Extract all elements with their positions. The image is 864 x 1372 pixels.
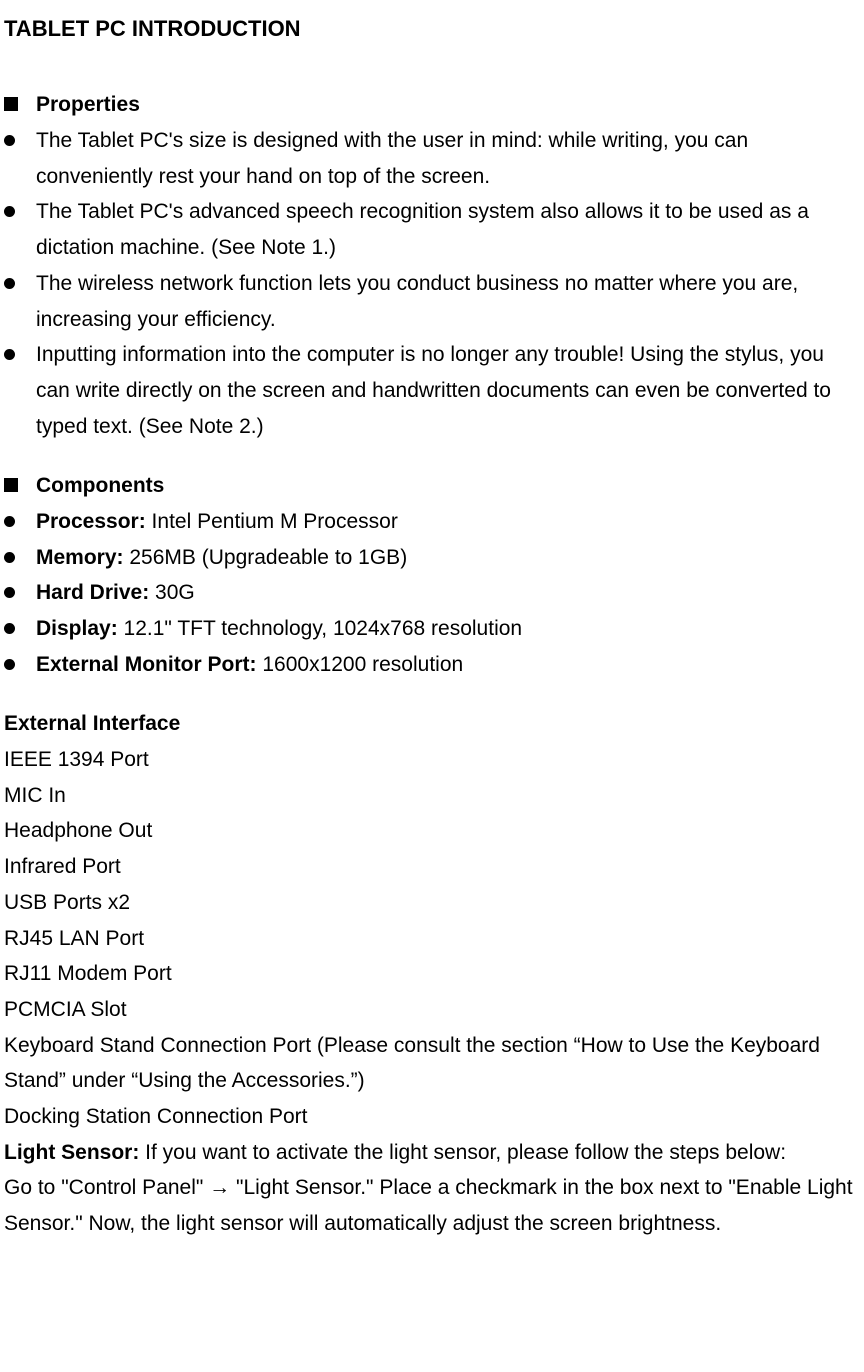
component-value: 1600x1200 resolution <box>257 653 464 676</box>
interface-line: IEEE 1394 Port <box>4 742 860 778</box>
components-heading: Components <box>36 468 164 504</box>
component-label: Hard Drive: <box>36 581 149 604</box>
component-value: Intel Pentium M Processor <box>146 510 398 533</box>
component-label: Processor: <box>36 510 146 533</box>
bullet-icon <box>4 516 15 527</box>
components-list: Processor: Intel Pentium M Processor Mem… <box>4 504 860 682</box>
bullet-icon <box>4 135 15 146</box>
component-label: Memory: <box>36 546 124 569</box>
item-text: Inputting information into the computer … <box>36 337 860 444</box>
bullet-icon <box>4 659 15 670</box>
components-section: Components Processor: Intel Pentium M Pr… <box>4 468 860 682</box>
external-interface-heading: External Interface <box>4 706 860 742</box>
square-bullet-icon <box>4 97 18 111</box>
item-text: The Tablet PC's size is designed with th… <box>36 123 860 194</box>
interface-line: RJ45 LAN Port <box>4 921 860 957</box>
interface-line: Docking Station Connection Port <box>4 1099 860 1135</box>
component-label: External Monitor Port: <box>36 653 257 676</box>
light-sensor-line: Light Sensor: If you want to activate th… <box>4 1135 860 1171</box>
item-text: Memory: 256MB (Upgradeable to 1GB) <box>36 540 860 576</box>
interface-line: PCMCIA Slot <box>4 992 860 1028</box>
item-text: Display: 12.1" TFT technology, 1024x768 … <box>36 611 860 647</box>
interface-line: RJ11 Modem Port <box>4 956 860 992</box>
bullet-icon <box>4 623 15 634</box>
list-item: The Tablet PC's size is designed with th… <box>4 123 860 194</box>
item-text: Hard Drive: 30G <box>36 575 860 611</box>
list-item: External Monitor Port: 1600x1200 resolut… <box>4 647 860 683</box>
list-item: The Tablet PC's advanced speech recognit… <box>4 194 860 265</box>
interface-line: MIC In <box>4 778 860 814</box>
properties-list: The Tablet PC's size is designed with th… <box>4 123 860 444</box>
bullet-icon <box>4 278 15 289</box>
bullet-icon <box>4 552 15 563</box>
bullet-icon <box>4 206 15 217</box>
list-item: Memory: 256MB (Upgradeable to 1GB) <box>4 540 860 576</box>
document-title: TABLET PC INTRODUCTION <box>4 10 860 47</box>
properties-section: Properties The Tablet PC's size is desig… <box>4 87 860 444</box>
item-text: The Tablet PC's advanced speech recognit… <box>36 194 860 265</box>
component-label: Display: <box>36 617 118 640</box>
component-value: 256MB (Upgradeable to 1GB) <box>124 546 408 569</box>
component-value: 12.1" TFT technology, 1024x768 resolutio… <box>118 617 522 640</box>
instructions-line: Go to "Control Panel" → "Light Sensor." … <box>4 1170 860 1241</box>
component-value: 30G <box>149 581 195 604</box>
interface-line: USB Ports x2 <box>4 885 860 921</box>
light-sensor-label: Light Sensor: <box>4 1141 139 1164</box>
list-item: Hard Drive: 30G <box>4 575 860 611</box>
bullet-icon <box>4 349 15 360</box>
bullet-icon <box>4 587 15 598</box>
interface-line: Keyboard Stand Connection Port (Please c… <box>4 1028 860 1099</box>
square-bullet-icon <box>4 478 18 492</box>
list-item: The wireless network function lets you c… <box>4 266 860 337</box>
item-text: Processor: Intel Pentium M Processor <box>36 504 860 540</box>
interface-line: Infrared Port <box>4 849 860 885</box>
light-sensor-text: If you want to activate the light sensor… <box>139 1141 786 1164</box>
item-text: External Monitor Port: 1600x1200 resolut… <box>36 647 860 683</box>
list-item: Processor: Intel Pentium M Processor <box>4 504 860 540</box>
list-item: Display: 12.1" TFT technology, 1024x768 … <box>4 611 860 647</box>
item-text: The wireless network function lets you c… <box>36 266 860 337</box>
list-item: Inputting information into the computer … <box>4 337 860 444</box>
properties-heading: Properties <box>36 87 140 123</box>
external-interface-section: External Interface IEEE 1394 Port MIC In… <box>4 706 860 1241</box>
interface-line: Headphone Out <box>4 813 860 849</box>
